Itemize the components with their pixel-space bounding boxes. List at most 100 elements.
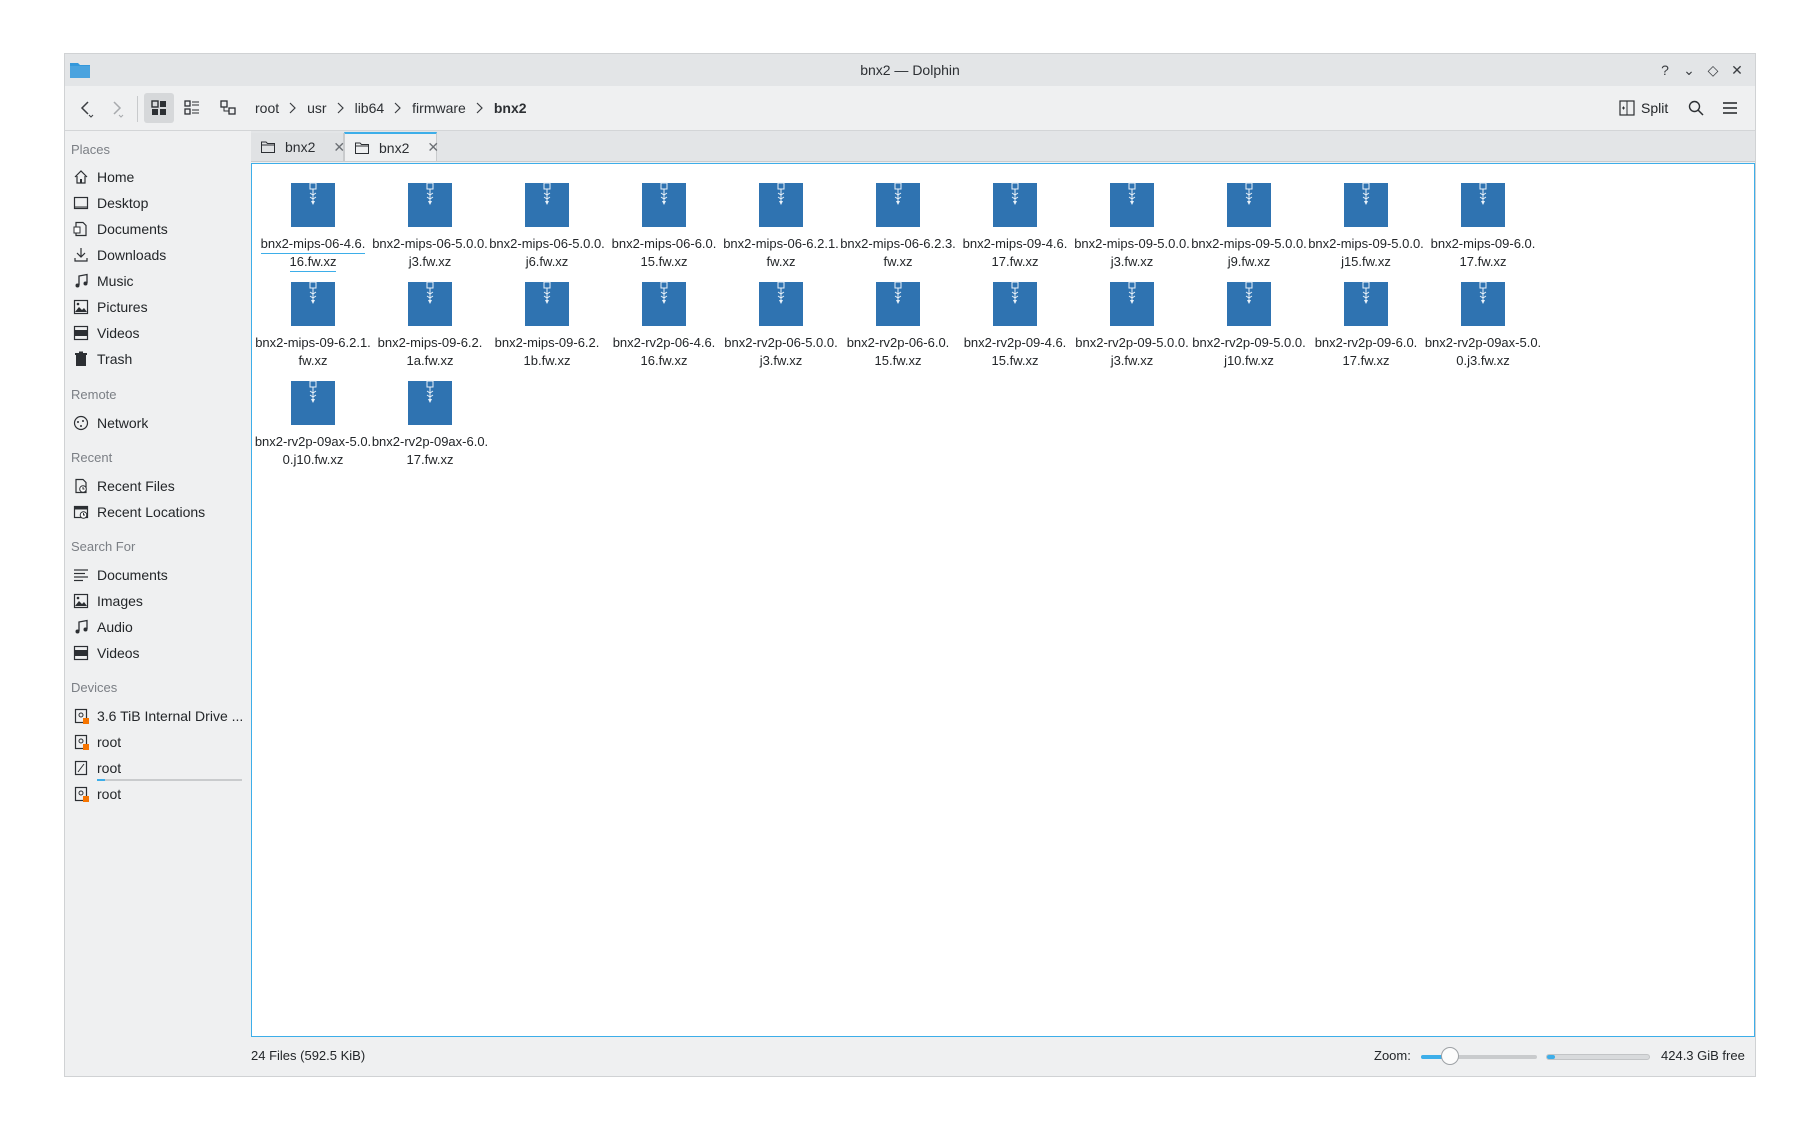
place-recent-locations[interactable]: Recent Locations bbox=[71, 500, 246, 524]
breadcrumb-firmware[interactable]: firmware bbox=[404, 100, 474, 116]
file-item[interactable]: bnx2-rv2p-06-5.0.0. j3.fw.xz bbox=[715, 279, 847, 370]
file-item[interactable]: bnx2-rv2p-09-5.0.0. j3.fw.xz bbox=[1066, 279, 1198, 370]
file-item[interactable]: bnx2-rv2p-09ax-5.0. 0.j10.fw.xz bbox=[247, 378, 379, 469]
file-name: bnx2-mips-06-5.0.0. j3.fw.xz bbox=[372, 236, 488, 269]
file-item[interactable]: bnx2-mips-09-6.2. 1a.fw.xz bbox=[364, 279, 496, 370]
file-item[interactable]: bnx2-rv2p-06-4.6. 16.fw.xz bbox=[598, 279, 730, 370]
breadcrumb-bnx2[interactable]: bnx2 bbox=[486, 100, 535, 116]
file-item[interactable]: bnx2-mips-06-6.0. 15.fw.xz bbox=[598, 180, 730, 271]
audio-icon bbox=[71, 617, 91, 637]
file-name: bnx2-mips-09-5.0.0. j3.fw.xz bbox=[1074, 236, 1190, 269]
places-panel: Places Home Desktop Documents Downloads … bbox=[65, 131, 250, 1076]
file-name: bnx2-rv2p-09-4.6. 15.fw.xz bbox=[963, 335, 1067, 368]
file-item[interactable]: bnx2-rv2p-09-4.6. 15.fw.xz bbox=[949, 279, 1081, 370]
archive-file-icon bbox=[522, 279, 572, 329]
archive-file-icon bbox=[405, 378, 455, 428]
place-pictures[interactable]: Pictures bbox=[71, 295, 246, 319]
trash-icon bbox=[71, 349, 91, 369]
file-item[interactable]: bnx2-mips-06-4.6. 16.fw.xz bbox=[247, 180, 379, 272]
archive-file-icon bbox=[1224, 180, 1274, 230]
grid-view-icon bbox=[151, 100, 166, 115]
place-trash[interactable]: Trash bbox=[71, 347, 246, 371]
file-item[interactable]: bnx2-rv2p-09-5.0.0. j10.fw.xz bbox=[1183, 279, 1315, 370]
file-item[interactable]: bnx2-mips-09-5.0.0. j3.fw.xz bbox=[1066, 180, 1198, 271]
file-item[interactable]: bnx2-rv2p-09ax-5.0. 0.j3.fw.xz bbox=[1417, 279, 1549, 370]
place-music[interactable]: Music bbox=[71, 269, 246, 293]
archive-file-icon bbox=[639, 180, 689, 230]
split-label: Split bbox=[1641, 100, 1669, 116]
section-title-devices: Devices bbox=[71, 680, 118, 695]
file-item[interactable]: bnx2-mips-09-5.0.0. j15.fw.xz bbox=[1300, 180, 1432, 271]
breadcrumb-root[interactable]: root bbox=[247, 100, 287, 116]
device-root-3[interactable]: root bbox=[71, 782, 246, 806]
file-name: bnx2-mips-09-4.6. 17.fw.xz bbox=[962, 236, 1068, 269]
search-button[interactable] bbox=[1681, 93, 1711, 123]
close-window-button[interactable]: ✕ bbox=[1725, 58, 1749, 82]
place-recent-files[interactable]: Recent Files bbox=[71, 474, 246, 498]
tree-view-button[interactable] bbox=[213, 93, 243, 123]
archive-file-icon bbox=[1224, 279, 1274, 329]
maximize-button[interactable]: ◇ bbox=[1701, 58, 1725, 82]
file-item[interactable]: bnx2-mips-09-6.2.1. fw.xz bbox=[247, 279, 379, 370]
file-name: bnx2-mips-09-6.0. 17.fw.xz bbox=[1430, 236, 1536, 269]
details-view-button[interactable] bbox=[177, 93, 207, 123]
file-name: bnx2-rv2p-09-6.0. 17.fw.xz bbox=[1314, 335, 1418, 368]
file-count-label: 24 Files (592.5 KiB) bbox=[251, 1048, 366, 1063]
section-title-places: Places bbox=[71, 142, 111, 157]
forward-button[interactable] bbox=[101, 93, 131, 123]
desktop-icon bbox=[71, 193, 91, 213]
file-item[interactable]: bnx2-mips-09-5.0.0. j9.fw.xz bbox=[1183, 180, 1315, 271]
tab-bar: bnx2 ✕ bnx2 ✕ bbox=[251, 131, 1755, 162]
place-network[interactable]: Network bbox=[71, 411, 246, 435]
split-button[interactable]: Split bbox=[1613, 93, 1674, 123]
device-root-1[interactable]: root bbox=[71, 730, 246, 754]
archive-file-icon bbox=[873, 279, 923, 329]
file-name: bnx2-rv2p-06-5.0.0. j3.fw.xz bbox=[724, 335, 838, 368]
device-root-2[interactable]: root bbox=[71, 756, 246, 780]
breadcrumb-usr[interactable]: usr bbox=[299, 100, 334, 116]
icons-view-button[interactable] bbox=[144, 93, 174, 123]
file-item[interactable]: bnx2-mips-06-5.0.0. j3.fw.xz bbox=[364, 180, 496, 271]
documents-icon bbox=[71, 219, 91, 239]
file-item[interactable]: bnx2-rv2p-06-6.0. 15.fw.xz bbox=[832, 279, 964, 370]
minimize-button[interactable]: ⌄ bbox=[1677, 58, 1701, 82]
file-item[interactable]: bnx2-rv2p-09ax-6.0. 17.fw.xz bbox=[364, 378, 496, 469]
file-view[interactable]: bnx2-mips-06-4.6. 16.fw.xz bnx2-mips-06-5.… bbox=[251, 163, 1755, 1037]
place-desktop[interactable]: Desktop bbox=[71, 191, 246, 215]
file-name: bnx2-mips-09-6.2.1. fw.xz bbox=[255, 335, 371, 368]
file-name: bnx2-mips-09-6.2. 1b.fw.xz bbox=[494, 335, 600, 368]
file-item[interactable]: bnx2-mips-06-6.2.1. fw.xz bbox=[715, 180, 847, 271]
file-item[interactable]: bnx2-mips-06-6.2.3. fw.xz bbox=[832, 180, 964, 271]
hamburger-menu-button[interactable] bbox=[1715, 93, 1745, 123]
back-button[interactable] bbox=[71, 93, 101, 123]
recent-locations-icon bbox=[71, 502, 91, 522]
file-item[interactable]: bnx2-mips-09-6.2. 1b.fw.xz bbox=[481, 279, 613, 370]
close-tab-icon[interactable]: ✕ bbox=[427, 139, 439, 156]
place-search-audio[interactable]: Audio bbox=[71, 615, 246, 639]
file-name: bnx2-mips-06-6.0. 15.fw.xz bbox=[611, 236, 717, 269]
videos-icon bbox=[71, 323, 91, 343]
place-search-videos[interactable]: Videos bbox=[71, 641, 246, 665]
tab-bnx2-1[interactable]: bnx2 ✕ bbox=[251, 133, 345, 161]
place-videos[interactable]: Videos bbox=[71, 321, 246, 345]
archive-file-icon bbox=[756, 180, 806, 230]
place-home[interactable]: Home bbox=[71, 165, 246, 189]
file-item[interactable]: bnx2-mips-09-6.0. 17.fw.xz bbox=[1417, 180, 1549, 271]
zoom-slider-handle[interactable] bbox=[1441, 1047, 1459, 1065]
place-search-images[interactable]: Images bbox=[71, 589, 246, 613]
place-downloads[interactable]: Downloads bbox=[71, 243, 246, 267]
tab-bnx2-2[interactable]: bnx2 ✕ bbox=[344, 132, 439, 161]
forward-arrow-icon bbox=[113, 101, 124, 118]
device-internal-drive[interactable]: 3.6 TiB Internal Drive ... bbox=[71, 704, 246, 728]
network-icon bbox=[71, 413, 91, 433]
file-item[interactable]: bnx2-mips-09-4.6. 17.fw.xz bbox=[949, 180, 1081, 271]
file-item[interactable]: bnx2-mips-06-5.0.0. j6.fw.xz bbox=[481, 180, 613, 271]
help-button[interactable]: ? bbox=[1653, 58, 1677, 82]
file-item[interactable]: bnx2-rv2p-09-6.0. 17.fw.xz bbox=[1300, 279, 1432, 370]
archive-file-icon bbox=[1107, 180, 1157, 230]
section-title-search-for: Search For bbox=[71, 539, 136, 554]
zoom-slider[interactable] bbox=[1421, 1047, 1537, 1065]
breadcrumb-lib64[interactable]: lib64 bbox=[347, 100, 393, 116]
place-search-documents[interactable]: Documents bbox=[71, 563, 246, 587]
place-documents[interactable]: Documents bbox=[71, 217, 246, 241]
